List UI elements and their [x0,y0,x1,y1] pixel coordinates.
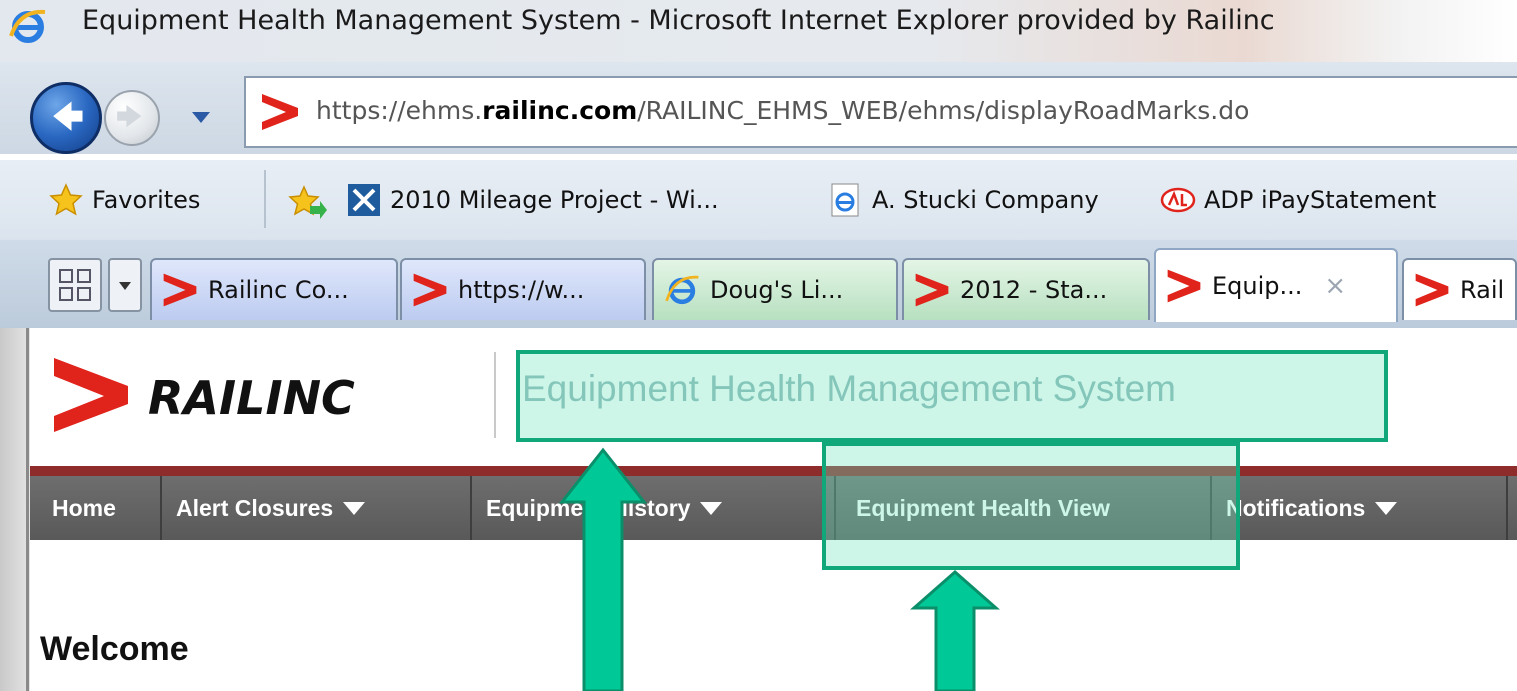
menu-alert-closures[interactable]: Alert Closures [162,476,472,540]
tab-list-dropdown[interactable] [108,258,142,312]
railinc-icon [1415,273,1449,307]
recent-pages-dropdown-icon[interactable] [190,109,212,125]
chevron-down-icon [119,282,131,290]
app-title-highlight [516,350,1388,442]
railinc-logo: RAILINC [54,358,355,432]
up-arrow-annotation-health-view [910,570,1000,691]
railinc-site-icon [262,94,298,130]
favorite-link-mileage-project[interactable]: 2010 Mileage Project - Wi... [346,178,719,222]
favorites-button[interactable]: Favorites [48,178,200,222]
add-to-favorites-icon[interactable] [288,184,328,220]
railinc-logo-text: RAILINC [148,371,355,425]
dropdown-caret-icon [343,501,366,515]
window-left-border [26,328,29,691]
menu-accent-band [30,466,1517,476]
adp-icon [1160,187,1196,213]
favorites-divider [264,170,266,228]
menu-home[interactable]: Home [38,476,162,540]
address-url[interactable]: https://ehms.railinc.com/RAILINC_EHMS_WE… [316,96,1249,125]
back-button[interactable] [30,82,102,154]
tab-railinc-partial[interactable]: Rail [1402,258,1517,320]
close-tab-icon[interactable]: × [1324,271,1346,301]
internet-explorer-icon [9,9,46,43]
address-bar[interactable]: https://ehms.railinc.com/RAILINC_EHMS_WE… [244,76,1517,148]
welcome-heading: Welcome [40,630,189,668]
grid-icon [59,269,91,301]
tab-2012-sta[interactable]: 2012 - Sta... [902,258,1150,320]
favorite-link-stucki[interactable]: A. Stucki Company [828,178,1099,222]
forward-button[interactable] [104,90,160,146]
star-icon [49,183,83,216]
tab-railinc-co[interactable]: Railinc Co... [150,258,398,320]
menu-equipment-history[interactable]: Equipment History [472,476,836,540]
railinc-icon [1167,269,1201,303]
dropdown-caret-icon [700,501,723,515]
dropdown-caret-icon [1375,501,1398,515]
quick-tabs-button[interactable] [48,258,102,312]
favorite-link-adp[interactable]: ADP iPayStatement [1160,178,1436,222]
back-arrow-icon [53,101,83,131]
window-title-bar: Equipment Health Management System - Mic… [0,0,1517,62]
tab-https[interactable]: https://w... [400,258,646,320]
up-arrow-annotation-title [558,447,648,691]
tab-dougs-links[interactable]: Doug's Li... [652,258,898,320]
ie-page-icon [665,275,699,305]
railinc-icon [163,273,197,307]
menu-notifications[interactable]: Notifications [1212,476,1508,540]
tab-equipment-active[interactable]: Equip... × [1154,248,1398,322]
forward-arrow-icon [117,105,142,128]
railinc-icon [915,273,949,307]
window-title: Equipment Health Management System - Mic… [82,5,1275,36]
health-view-highlight [822,442,1240,570]
railinc-icon [413,273,447,307]
header-divider [494,352,496,438]
sharepoint-icon [348,184,380,216]
ie-page-icon [831,183,859,217]
